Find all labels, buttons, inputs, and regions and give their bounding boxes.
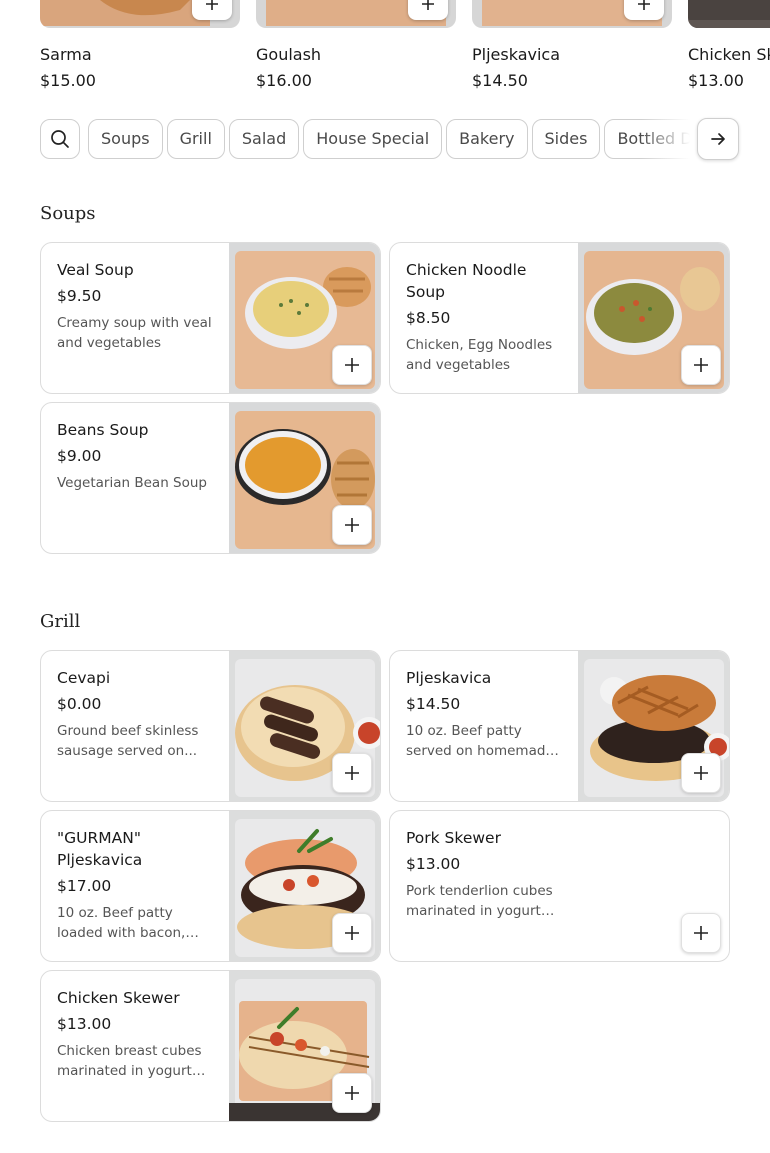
arrow-right-icon	[711, 133, 725, 145]
dish-image	[688, 0, 770, 28]
category-chip-soups[interactable]: Soups	[88, 119, 163, 159]
category-chip-grill[interactable]: Grill	[166, 119, 225, 159]
item-name: Sarma	[40, 45, 92, 64]
plus-icon	[345, 1086, 359, 1100]
item-name: Beans Soup	[57, 421, 149, 439]
menu-item-card[interactable]: Cevapi $0.00 Ground beef skinless sausag…	[40, 650, 381, 802]
item-price: $13.00	[406, 855, 461, 873]
category-bar: SoupsGrillSaladHouse SpecialBakerySidesB…	[40, 118, 740, 160]
dish-image	[472, 0, 672, 28]
add-to-cart-button[interactable]	[681, 753, 721, 793]
item-description: Vegetarian Bean Soup	[57, 475, 207, 491]
dish-image	[256, 0, 456, 28]
search-button[interactable]	[40, 119, 80, 159]
item-name: "GURMAN" Pljeskavica	[57, 829, 143, 869]
plus-icon	[638, 0, 650, 10]
add-to-cart-button[interactable]	[332, 913, 372, 953]
category-chip-bakery[interactable]: Bakery	[446, 119, 528, 159]
item-price: $13.00	[57, 1015, 112, 1033]
plus-icon	[694, 766, 708, 780]
item-description: Chicken, Egg Noodles and vegetables	[406, 337, 553, 373]
category-chip-salad[interactable]: Salad	[228, 119, 300, 159]
item-price: $14.50	[472, 71, 528, 90]
plus-icon	[694, 358, 708, 372]
item-name: Veal Soup	[57, 261, 134, 279]
item-name: Pljeskavica	[472, 45, 561, 64]
item-description: 10 oz. Beef patty served on homemade pit…	[406, 723, 554, 759]
item-price: $8.50	[406, 309, 451, 327]
featured-item[interactable]: Goulash $16.00	[256, 0, 456, 90]
category-chip-house-special[interactable]: House Special	[303, 119, 443, 159]
item-name: Chicken Skewer	[57, 989, 180, 1007]
item-name: Goulash	[256, 45, 322, 64]
add-to-cart-button[interactable]	[332, 345, 372, 385]
item-price: $9.50	[57, 287, 102, 305]
featured-item[interactable]: Pljeskavica $14.50	[472, 0, 672, 90]
add-to-cart-button[interactable]	[408, 0, 448, 20]
featured-item[interactable]: Sarma $15.00	[40, 0, 240, 90]
menu-item-card[interactable]: Pork Skewer $13.00 Pork tenderlion cubes…	[389, 810, 730, 962]
section-title-soups: Soups	[40, 203, 96, 224]
menu-item-card[interactable]: Chicken Skewer $13.00 Chicken breast cub…	[40, 970, 381, 1122]
item-price: $0.00	[57, 695, 102, 713]
search-icon	[51, 130, 69, 148]
plus-icon	[345, 926, 359, 940]
featured-item[interactable]: Chicken Skewer $13.00	[688, 0, 770, 90]
add-to-cart-button[interactable]	[332, 753, 372, 793]
plus-icon	[694, 926, 708, 940]
section-title-grill: Grill	[40, 611, 81, 632]
category-chip-sides[interactable]: Sides	[531, 119, 601, 159]
menu-item-card[interactable]: Chicken Noodle Soup $8.50 Chicken, Egg N…	[389, 242, 730, 394]
item-name: Chicken Noodle Soup	[406, 261, 527, 301]
category-chips: SoupsGrillSaladHouse SpecialBakerySidesB…	[88, 119, 690, 159]
item-name: Pork Skewer	[406, 829, 501, 847]
item-price: $15.00	[40, 71, 96, 90]
plus-icon	[345, 358, 359, 372]
item-name: Cevapi	[57, 669, 111, 687]
item-price: $16.00	[256, 71, 312, 90]
item-price: $9.00	[57, 447, 102, 465]
add-to-cart-button[interactable]	[624, 0, 664, 20]
scroll-fade	[640, 119, 690, 159]
menu-item-card[interactable]: Pljeskavica $14.50 10 oz. Beef patty ser…	[389, 650, 730, 802]
plus-icon	[206, 0, 218, 10]
item-description: Chicken breast cubes marinated in yogurt…	[57, 1043, 202, 1079]
item-price: $14.50	[406, 695, 461, 713]
item-description: Ground beef skinless sausage served on..…	[57, 723, 199, 759]
item-description: Creamy soup with veal and vegetables	[57, 315, 212, 351]
item-name: Chicken Skewer	[688, 45, 770, 64]
scroll-next-button[interactable]	[697, 118, 739, 160]
menu-item-card[interactable]: "GURMAN" Pljeskavica $17.00 10 oz. Beef …	[40, 810, 381, 962]
plus-icon	[345, 766, 359, 780]
plus-icon	[422, 0, 434, 10]
add-to-cart-button[interactable]	[192, 0, 232, 20]
item-name: Pljeskavica	[406, 669, 492, 687]
dish-image	[40, 0, 240, 28]
menu-item-card[interactable]: Veal Soup $9.50 Creamy soup with veal an…	[40, 242, 381, 394]
item-price: $13.00	[688, 71, 744, 90]
item-price: $17.00	[57, 877, 112, 895]
item-description: Pork tenderlion cubes marinated in yogur…	[406, 883, 553, 919]
featured-carousel: Sarma $15.00 Goulash $16.00 Pljeskavica …	[40, 0, 770, 100]
add-to-cart-button[interactable]	[332, 505, 372, 545]
menu-item-card[interactable]: Beans Soup $9.00 Vegetarian Bean Soup	[40, 402, 381, 554]
add-to-cart-button[interactable]	[681, 345, 721, 385]
item-description: 10 oz. Beef patty loaded with bacon, che…	[57, 905, 186, 941]
add-to-cart-button[interactable]	[332, 1073, 372, 1113]
add-to-cart-button[interactable]	[681, 913, 721, 953]
plus-icon	[345, 518, 359, 532]
